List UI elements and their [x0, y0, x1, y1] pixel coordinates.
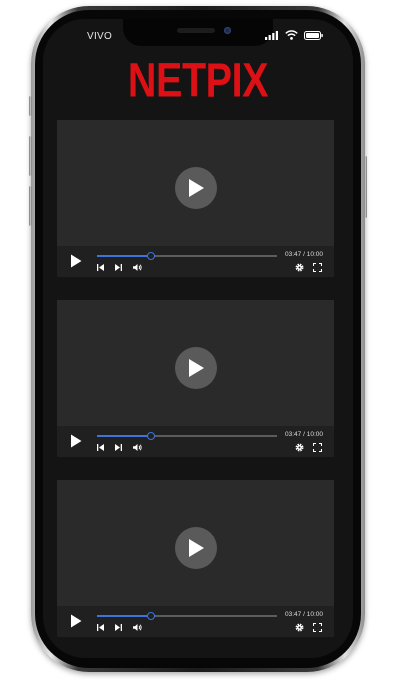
progress-handle[interactable] [147, 252, 155, 260]
progress-fill [97, 435, 151, 437]
time-display: 03:47 / 10:00 [285, 251, 323, 258]
wifi-icon [285, 30, 298, 40]
big-play-button[interactable] [175, 527, 217, 569]
skip-forward-icon[interactable] [115, 444, 122, 451]
video-player[interactable]: 03:47 / 10:00 [57, 300, 334, 457]
time-separator: / [303, 431, 305, 438]
skip-forward-icon[interactable] [115, 624, 122, 631]
front-camera [224, 27, 231, 34]
progress-handle[interactable] [147, 612, 155, 620]
skip-back-icon[interactable] [97, 444, 104, 451]
progress-bar[interactable] [97, 612, 277, 620]
time-display: 03:47 / 10:00 [285, 611, 323, 618]
current-time: 03:47 [285, 251, 302, 258]
app-logo: NETPIX [127, 54, 269, 108]
progress-bar[interactable] [97, 432, 277, 440]
video-area[interactable] [57, 120, 334, 246]
battery-icon [304, 30, 323, 40]
volume-icon[interactable] [133, 624, 142, 631]
settings-icon[interactable] [295, 623, 304, 632]
play-icon[interactable] [70, 254, 82, 268]
time-separator: / [303, 611, 305, 618]
time-display: 03:47 / 10:00 [285, 431, 323, 438]
settings-icon[interactable] [295, 443, 304, 452]
duration: 10:00 [306, 431, 323, 438]
phone-screen: VIVO NETPIX 03:47 / 10:00 03:47 / 10:00 … [43, 19, 353, 658]
carrier-label: VIVO [87, 31, 113, 42]
progress-fill [97, 255, 151, 257]
signal-icon [265, 30, 278, 40]
play-icon [189, 179, 204, 197]
skip-back-icon[interactable] [97, 264, 104, 271]
current-time: 03:47 [285, 611, 302, 618]
fullscreen-icon[interactable] [313, 623, 322, 632]
play-icon[interactable] [70, 614, 82, 628]
progress-bar[interactable] [97, 252, 277, 260]
mute-switch [29, 96, 32, 116]
power-button [364, 156, 367, 218]
volume-down-button [29, 186, 32, 226]
video-player[interactable]: 03:47 / 10:00 [57, 480, 334, 637]
settings-icon[interactable] [295, 263, 304, 272]
fullscreen-icon[interactable] [313, 263, 322, 272]
volume-icon[interactable] [133, 264, 142, 271]
player-controls: 03:47 / 10:00 [57, 426, 334, 457]
video-area[interactable] [57, 480, 334, 606]
notch [123, 19, 273, 46]
play-icon[interactable] [70, 434, 82, 448]
skip-back-icon[interactable] [97, 624, 104, 631]
status-icons [265, 30, 323, 40]
time-separator: / [303, 251, 305, 258]
big-play-button[interactable] [175, 167, 217, 209]
video-area[interactable] [57, 300, 334, 426]
speaker [177, 28, 215, 33]
video-player[interactable]: 03:47 / 10:00 [57, 120, 334, 277]
skip-forward-icon[interactable] [115, 264, 122, 271]
progress-fill [97, 615, 151, 617]
volume-icon[interactable] [133, 444, 142, 451]
volume-up-button [29, 136, 32, 176]
fullscreen-icon[interactable] [313, 443, 322, 452]
duration: 10:00 [306, 611, 323, 618]
current-time: 03:47 [285, 431, 302, 438]
progress-handle[interactable] [147, 432, 155, 440]
play-icon [189, 359, 204, 377]
play-icon [189, 539, 204, 557]
player-controls: 03:47 / 10:00 [57, 246, 334, 277]
big-play-button[interactable] [175, 347, 217, 389]
player-controls: 03:47 / 10:00 [57, 606, 334, 637]
duration: 10:00 [306, 251, 323, 258]
